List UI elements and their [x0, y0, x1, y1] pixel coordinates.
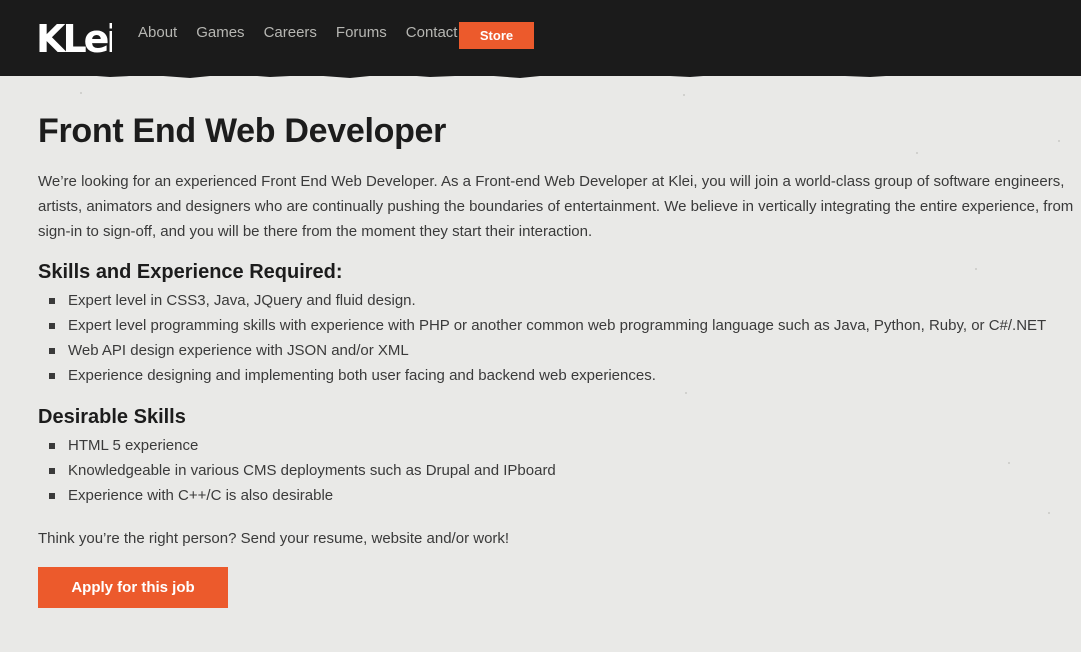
- paper-speck: [80, 92, 82, 94]
- bullet-icon: [49, 493, 55, 499]
- svg-text:KLei: KLei: [36, 17, 112, 58]
- job-posting: Front End Web Developer We’re looking fo…: [38, 112, 1078, 608]
- job-intro: We’re looking for an experienced Front E…: [38, 173, 1074, 240]
- bullet-icon: [49, 468, 55, 474]
- klei-logo[interactable]: KLei: [36, 14, 112, 58]
- closing-text: Think you’re the right person? Send your…: [38, 530, 510, 547]
- list-item: Experience designing and implementing bo…: [38, 363, 1078, 388]
- list-item: Web API design experience with JSON and/…: [38, 338, 1078, 363]
- torn-paper-edge: [0, 60, 1081, 78]
- bullet-icon: [49, 298, 55, 304]
- list-item: Experience with C++/C is also desirable: [38, 483, 1078, 508]
- list-item: HTML 5 experience: [38, 433, 1078, 458]
- required-skills-list: Expert level in CSS3, Java, JQuery and f…: [38, 288, 1078, 388]
- list-item: Expert level programming skills with exp…: [38, 313, 1078, 338]
- bullet-icon: [49, 443, 55, 449]
- store-button[interactable]: Store: [459, 22, 534, 49]
- nav-link-forums[interactable]: Forums: [336, 24, 387, 41]
- bullet-icon: [49, 323, 55, 329]
- nav-link-about[interactable]: About: [138, 24, 177, 41]
- main-nav: About Games Careers Forums Contact: [138, 24, 476, 41]
- bullet-icon: [49, 348, 55, 354]
- bullet-icon: [49, 373, 55, 379]
- desirable-skills-list: HTML 5 experience Knowledgeable in vario…: [38, 433, 1078, 508]
- paper-speck: [683, 94, 685, 96]
- page-title: Front End Web Developer: [38, 112, 447, 150]
- nav-link-careers[interactable]: Careers: [264, 24, 317, 41]
- required-skills-heading: Skills and Experience Required:: [38, 261, 343, 283]
- list-item: Expert level in CSS3, Java, JQuery and f…: [38, 288, 1078, 313]
- nav-link-games[interactable]: Games: [196, 24, 244, 41]
- apply-button[interactable]: Apply for this job: [38, 567, 228, 608]
- desirable-skills-heading: Desirable Skills: [38, 406, 186, 428]
- nav-link-contact[interactable]: Contact: [406, 24, 458, 41]
- list-item: Knowledgeable in various CMS deployments…: [38, 458, 1078, 483]
